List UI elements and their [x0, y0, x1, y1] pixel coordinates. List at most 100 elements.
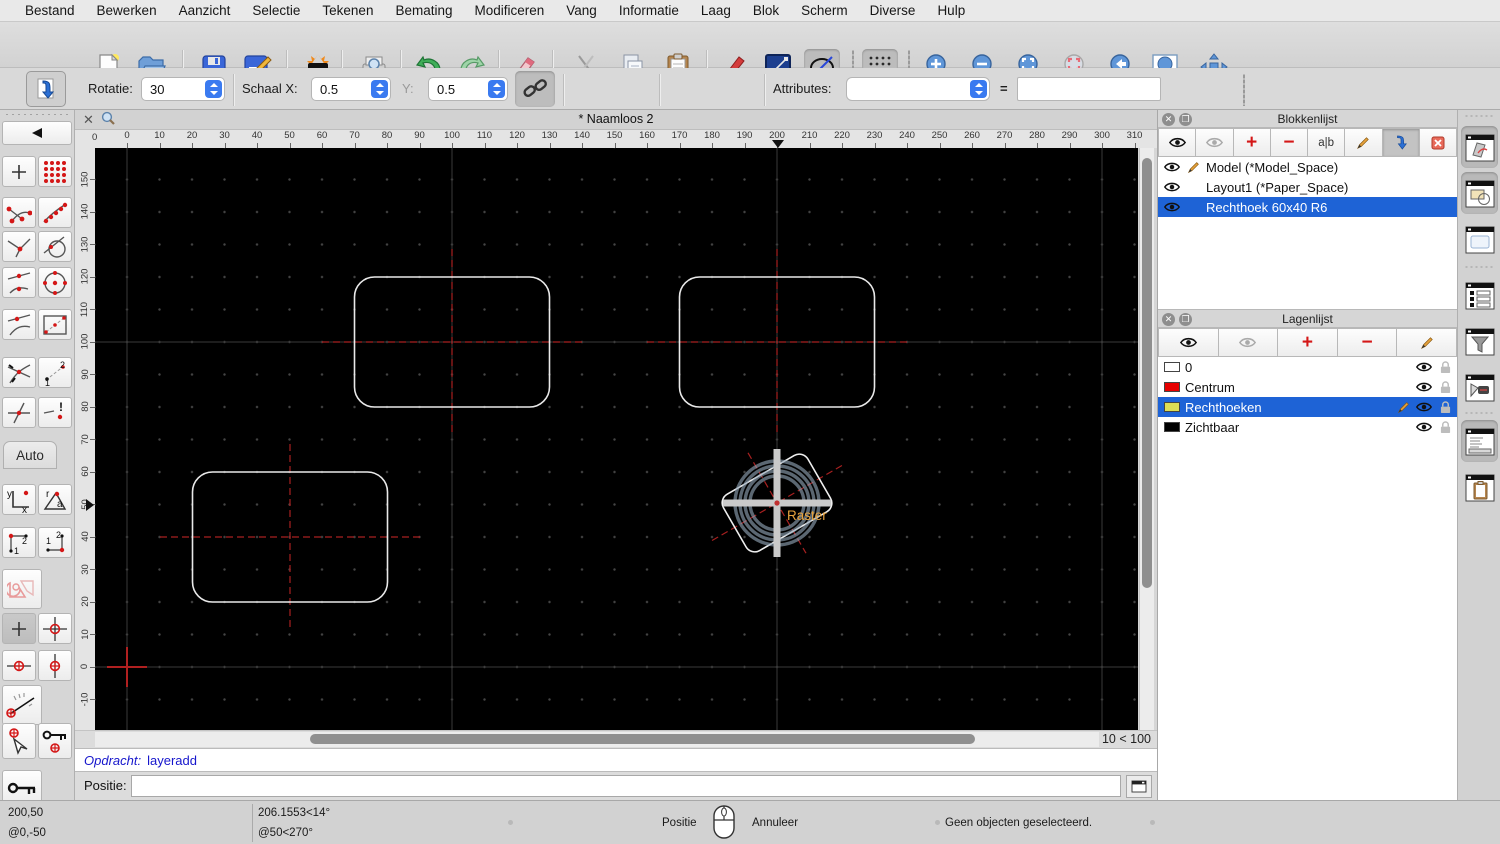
rename-block-button[interactable]: a|b [1308, 128, 1346, 157]
menu-item[interactable]: Informatie [608, 3, 690, 18]
layer-list-item[interactable]: Rechthoeken [1158, 397, 1457, 417]
snap-center-button[interactable] [38, 267, 72, 298]
add-block-button[interactable]: + [1233, 128, 1271, 157]
property-editor-panel-button[interactable] [1461, 274, 1498, 316]
restrict-vertical-button[interactable] [38, 650, 72, 681]
layer-lock-icon[interactable] [1437, 380, 1453, 394]
position-input[interactable] [131, 775, 1121, 797]
snap-intersection-button[interactable] [2, 357, 36, 388]
layer-visible-eye-icon[interactable] [1416, 382, 1432, 392]
scale-y-spinner[interactable]: 0.5 [428, 77, 508, 101]
lock-relative-zero-button[interactable] [38, 723, 72, 759]
scale-y-stepper[interactable] [488, 80, 505, 98]
restrict-nothing-button[interactable] [2, 613, 36, 644]
show-all-layers-button[interactable] [1158, 328, 1219, 357]
auto-snap-mode-button[interactable]: Auto [3, 441, 57, 469]
layer-lock-icon[interactable] [1437, 360, 1453, 374]
snap-reference-button[interactable] [38, 309, 72, 340]
layer-visible-eye-icon[interactable] [1416, 362, 1432, 372]
snap-grid-button[interactable] [38, 156, 72, 187]
layer-list-item[interactable]: Centrum [1158, 377, 1457, 397]
cam-tool-button[interactable] [2, 569, 42, 609]
canvas-horizontal-scrollbar[interactable] [95, 732, 1099, 747]
attributes-dropdown[interactable] [846, 77, 990, 101]
menu-item[interactable]: Hulp [926, 3, 976, 18]
preview-panel-button[interactable] [1461, 218, 1498, 260]
scale-x-stepper[interactable] [371, 80, 388, 98]
menu-item[interactable]: Diverse [859, 3, 927, 18]
set-relative-zero-button[interactable] [2, 723, 36, 759]
delete-block-button[interactable] [1419, 128, 1457, 157]
menu-item[interactable]: Bemating [384, 3, 463, 18]
layer-visible-eye-icon[interactable] [1416, 402, 1432, 412]
keep-proportions-button[interactable] [515, 71, 555, 107]
scale-x-spinner[interactable]: 0.5 [311, 77, 391, 101]
remove-layer-button[interactable]: − [1337, 328, 1398, 357]
selection-filter-panel-button[interactable] [1461, 320, 1498, 362]
attributes-stepper[interactable] [970, 80, 987, 98]
menu-item[interactable]: Tekenen [311, 3, 384, 18]
block-list-item[interactable]: Layout1 (*Paper_Space) [1158, 177, 1457, 197]
block-visible-eye-icon[interactable] [1164, 202, 1180, 212]
canvas-vertical-scrollbar[interactable] [1139, 148, 1154, 730]
coordinate-cartesian-button[interactable]: yx [2, 484, 36, 515]
layer-list-item[interactable]: Zichtbaar [1158, 417, 1457, 437]
snap-tangent-button[interactable] [38, 231, 72, 262]
show-all-blocks-button[interactable] [1158, 128, 1197, 157]
snap-middle-button[interactable] [2, 267, 36, 298]
layer-lock-icon[interactable] [1437, 400, 1453, 414]
absolute-coordinate-button[interactable]: 12 [38, 527, 72, 558]
restrict-off-button[interactable]: ! [38, 397, 72, 428]
snap-intersection-manual-button[interactable]: 12 [38, 357, 72, 388]
block-list-item[interactable]: Model (*Model_Space) [1158, 157, 1457, 177]
menu-item[interactable]: Aanzicht [168, 3, 242, 18]
coordinate-polar-button[interactable]: ra [38, 484, 72, 515]
snap-cross-button[interactable] [2, 397, 36, 428]
snap-perpendicular-button[interactable] [2, 231, 36, 262]
add-layer-button[interactable]: + [1278, 328, 1338, 357]
menu-item[interactable]: Laag [690, 3, 742, 18]
rotation-spinner[interactable]: 30 [141, 77, 225, 101]
block-visible-eye-icon[interactable] [1164, 162, 1180, 172]
snap-free-button[interactable] [2, 156, 36, 187]
snap-endpoints-button[interactable] [2, 197, 36, 228]
back-button[interactable] [2, 121, 72, 145]
block-list-item[interactable]: Rechthoek 60x40 R6 [1158, 197, 1457, 217]
clipboard-panel-button[interactable] [1461, 466, 1498, 508]
edit-block-button[interactable] [1345, 128, 1383, 157]
menu-item[interactable]: Bewerken [86, 3, 168, 18]
v-scrollbar-thumb[interactable] [1142, 158, 1152, 588]
h-scrollbar-thumb[interactable] [310, 734, 975, 744]
block-list-panel-button[interactable] [1461, 126, 1498, 168]
library-browser-panel-button[interactable] [1461, 366, 1498, 408]
command-line-panel-button[interactable] [1461, 420, 1498, 462]
command-window-toggle-button[interactable] [1126, 775, 1152, 798]
menu-item[interactable]: Blok [742, 3, 790, 18]
restrict-horizontal-button[interactable] [2, 650, 36, 681]
snap-auto-button[interactable] [2, 309, 36, 340]
block-rectangles[interactable] [191, 276, 876, 603]
layer-list-panel-button[interactable] [1461, 172, 1498, 214]
layer-list-item[interactable]: 0 [1158, 357, 1457, 377]
menu-item[interactable]: Modificeren [464, 3, 556, 18]
snap-on-entity-button[interactable] [38, 197, 72, 228]
menu-item[interactable]: Bestand [14, 3, 86, 18]
block-visible-eye-icon[interactable] [1164, 182, 1180, 192]
angle-restriction-button[interactable] [2, 685, 42, 725]
layer-visible-eye-icon[interactable] [1416, 422, 1432, 432]
restrict-orthogonal-button[interactable] [38, 613, 72, 644]
menu-item[interactable]: Scherm [790, 3, 859, 18]
insert-block-button[interactable] [1382, 128, 1420, 157]
menu-item[interactable]: Selectie [241, 3, 311, 18]
hide-all-blocks-button[interactable] [1196, 128, 1234, 157]
relative-coordinate-button[interactable]: 12 [2, 527, 36, 558]
insert-block-tool-button[interactable] [26, 71, 66, 107]
edit-layer-button[interactable] [1397, 328, 1457, 357]
drawing-canvas[interactable]: Raster [95, 148, 1138, 730]
menu-item[interactable]: Vang [555, 3, 608, 18]
layer-lock-icon[interactable] [1437, 420, 1453, 434]
rotation-stepper[interactable] [205, 80, 222, 98]
palette-handle[interactable] [4, 113, 70, 116]
hide-all-layers-button[interactable] [1218, 328, 1279, 357]
attribute-value-input[interactable] [1017, 77, 1161, 101]
